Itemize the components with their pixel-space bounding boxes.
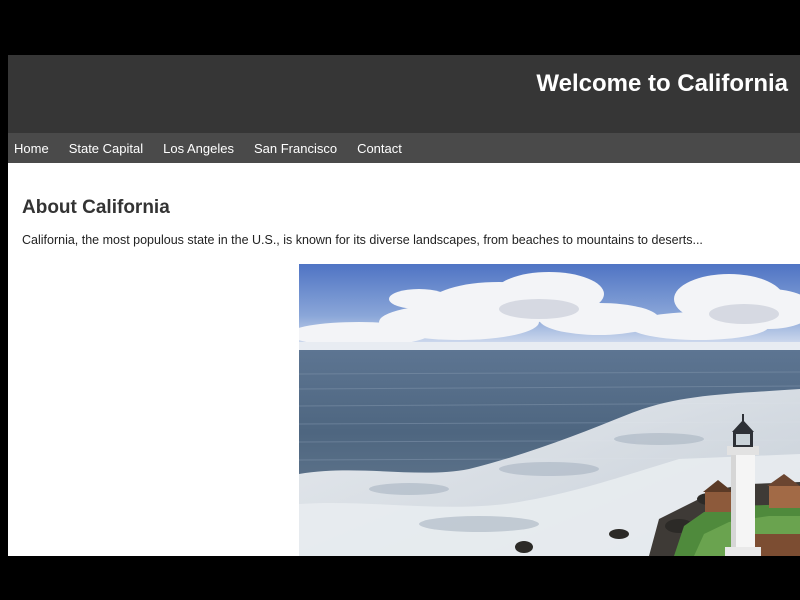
section-paragraph: California, the most populous state in t… (22, 233, 703, 247)
nav-link-state-capital[interactable]: State Capital (69, 141, 143, 156)
nav-link-san-francisco[interactable]: San Francisco (254, 141, 337, 156)
browser-page: Welcome to California Home State Capital… (8, 55, 800, 556)
site-header: Welcome to California (8, 55, 800, 133)
nav-link-home[interactable]: Home (14, 141, 49, 156)
about-section: About California California, the most po… (22, 163, 792, 248)
main-nav: Home State Capital Los Angeles San Franc… (8, 133, 800, 163)
nav-link-los-angeles[interactable]: Los Angeles (163, 141, 234, 156)
nav-link-contact[interactable]: Contact (357, 141, 402, 156)
section-heading: About California (22, 197, 170, 218)
lighthouse-coast-image (299, 264, 800, 556)
page-title: Welcome to California (536, 70, 788, 97)
